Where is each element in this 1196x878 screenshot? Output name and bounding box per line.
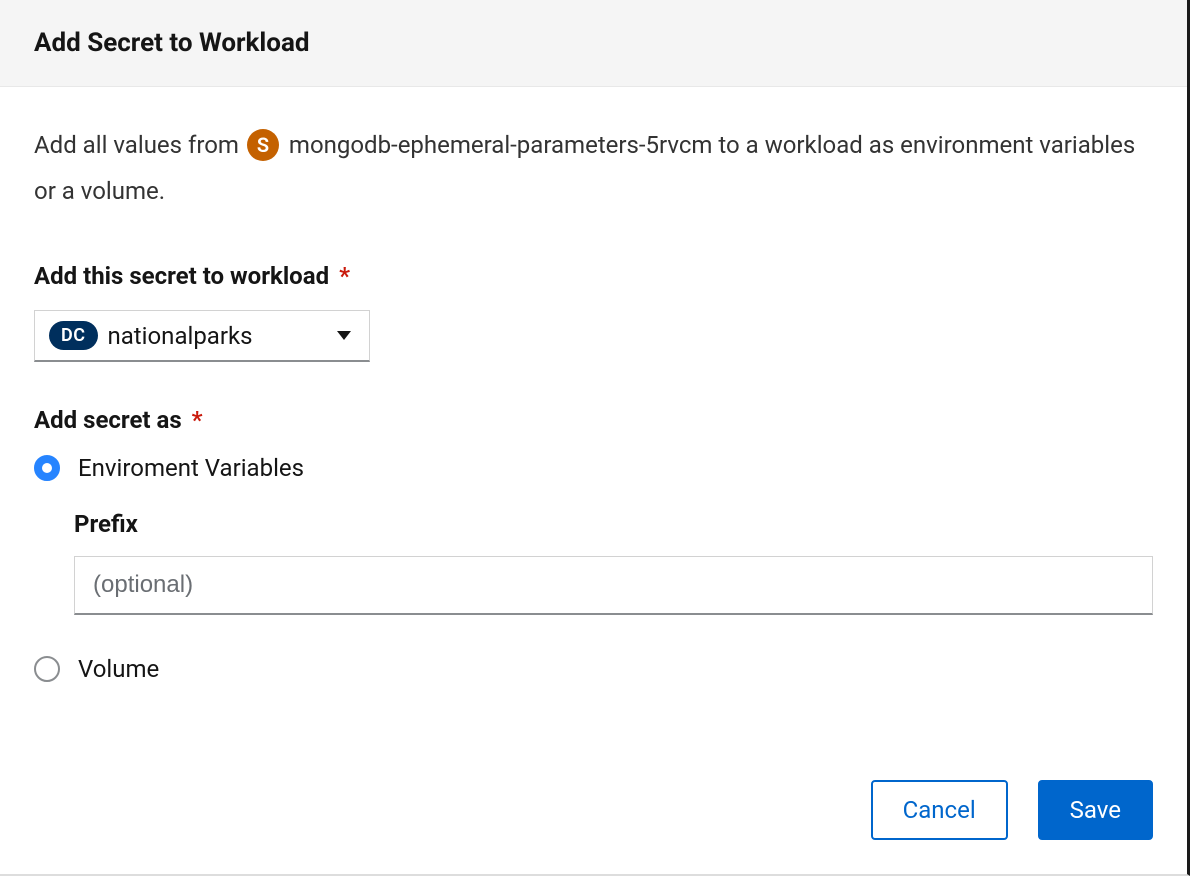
modal-header: Add Secret to Workload (0, 0, 1187, 87)
workload-label-text: Add this secret to workload (34, 262, 329, 290)
workload-label: Add this secret to workload * (34, 262, 1153, 290)
modal-footer: Cancel Save (0, 780, 1187, 874)
description-prefix: Add all values from (34, 131, 245, 159)
modal-title: Add Secret to Workload (34, 28, 1153, 58)
prefix-label: Prefix (74, 510, 1153, 538)
radio-button-env[interactable] (34, 455, 60, 481)
workload-selected-value: nationalparks (108, 322, 328, 350)
modal-body: Add all values from S mongodb-ephemeral-… (0, 87, 1187, 780)
workload-dropdown[interactable]: DC nationalparks (34, 310, 370, 362)
prefix-section: Prefix (74, 510, 1153, 615)
prefix-input[interactable] (74, 556, 1153, 615)
radio-button-volume[interactable] (34, 656, 60, 682)
deploymentconfig-badge: DC (49, 321, 98, 350)
add-as-label: Add secret as * (34, 406, 1153, 434)
required-asterisk: * (192, 406, 203, 434)
save-button[interactable]: Save (1038, 780, 1153, 840)
radio-label-env: Enviroment Variables (78, 454, 304, 482)
radio-label-volume: Volume (78, 655, 159, 683)
secret-name: mongodb-ephemeral-parameters-5rvcm (289, 131, 713, 159)
secret-icon: S (247, 129, 279, 161)
required-asterisk: * (339, 262, 350, 290)
add-as-label-text: Add secret as (34, 406, 182, 434)
radio-option-env[interactable]: Enviroment Variables (34, 454, 1153, 482)
radio-option-volume[interactable]: Volume (34, 655, 1153, 683)
radio-group: Enviroment Variables Prefix Volume (34, 454, 1153, 683)
chevron-down-icon (337, 331, 351, 340)
cancel-button[interactable]: Cancel (871, 780, 1008, 840)
workload-field-group: Add this secret to workload * DC nationa… (34, 262, 1153, 362)
description-text: Add all values from S mongodb-ephemeral-… (34, 123, 1153, 214)
add-secret-modal: Add Secret to Workload Add all values fr… (0, 0, 1190, 876)
add-as-field-group: Add secret as * Enviroment Variables Pre… (34, 406, 1153, 683)
